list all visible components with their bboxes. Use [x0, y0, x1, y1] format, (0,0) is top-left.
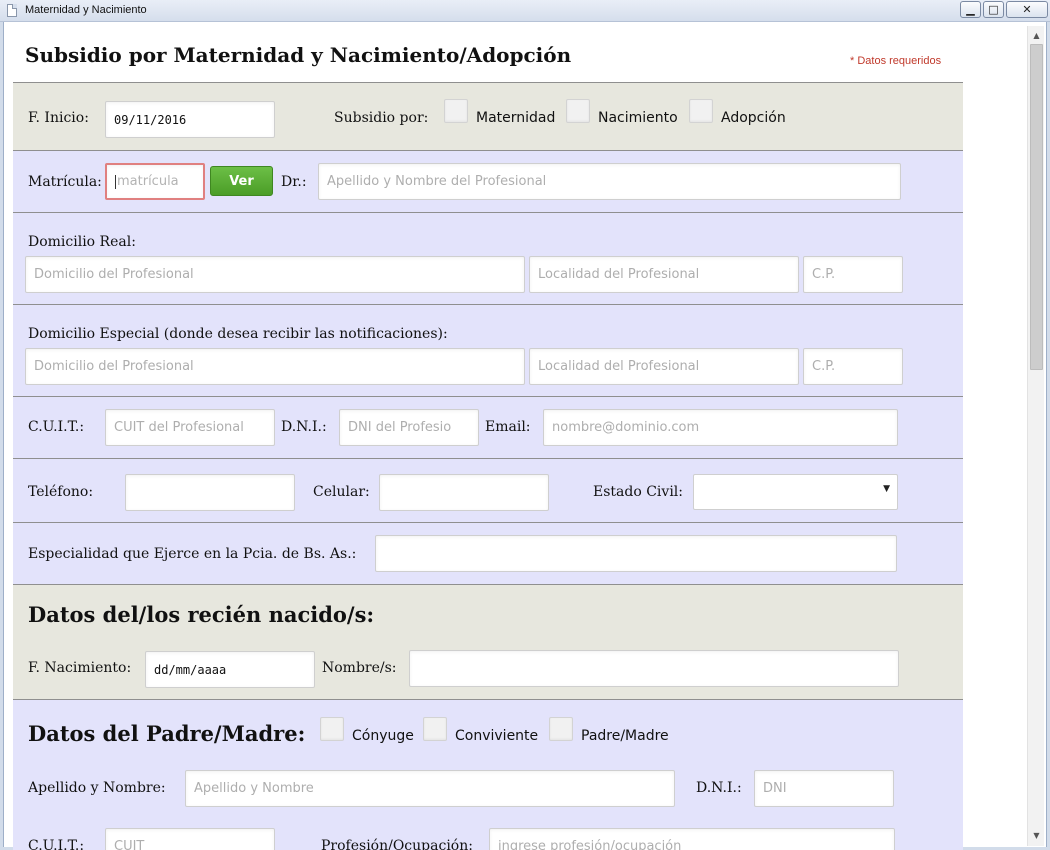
page-title: Subsidio por Maternidad y Nacimiento/Ado…: [25, 43, 572, 67]
option-conviviente-label: Conviviente: [455, 728, 539, 744]
especialidad-label: Especialidad que Ejerce en la Pcia. de B…: [28, 546, 357, 562]
dni-input[interactable]: DNI del Profesio: [339, 409, 479, 446]
cuit-input[interactable]: CUIT del Profesional: [105, 409, 275, 446]
localidad-especial-input[interactable]: Localidad del Profesional: [529, 348, 799, 385]
checkbox-maternidad[interactable]: [444, 99, 468, 123]
telefono-input[interactable]: [125, 474, 295, 511]
scroll-down-arrow-icon[interactable]: ▼: [1028, 828, 1045, 844]
cp-especial-input[interactable]: C.P.: [803, 348, 903, 385]
cp-real-input[interactable]: C.P.: [803, 256, 903, 293]
option-adopcion-label: Adopción: [721, 110, 786, 126]
telefono-label: Teléfono:: [28, 484, 94, 500]
section-telefono: Teléfono: Celular: Estado Civil: ▼: [13, 458, 963, 523]
scroll-thumb[interactable]: [1030, 44, 1043, 370]
profesion-input[interactable]: ingrese profesión/ocupación: [489, 828, 895, 850]
checkbox-nacimiento[interactable]: [566, 99, 590, 123]
section-cuit: C.U.I.T.: CUIT del Profesional D.N.I.: D…: [13, 396, 963, 459]
email-input[interactable]: nombre@dominio.com: [543, 409, 898, 446]
minimize-button[interactable]: ▁: [960, 1, 981, 18]
padre-dni-label: D.N.I.:: [696, 780, 742, 796]
nombres-label: Nombre/s:: [322, 660, 397, 676]
cuit-label: C.U.I.T.:: [28, 419, 85, 435]
document-icon: [7, 4, 17, 17]
profesion-label: Profesión/Ocupación:: [321, 838, 473, 850]
section-inicio: F. Inicio: 09/11/2016 Subsidio por: Mate…: [13, 82, 963, 151]
domicilio-real-input[interactable]: Domicilio del Profesional: [25, 256, 525, 293]
fecha-nacimiento-label: F. Nacimiento:: [28, 660, 132, 676]
fecha-inicio-input[interactable]: 09/11/2016: [105, 101, 275, 138]
especialidad-input[interactable]: [375, 535, 897, 572]
checkbox-adopcion[interactable]: [689, 99, 713, 123]
matricula-label: Matrícula:: [28, 174, 102, 190]
matricula-input[interactable]: matrícula: [105, 163, 205, 200]
localidad-real-input[interactable]: Localidad del Profesional: [529, 256, 799, 293]
domicilio-especial-input[interactable]: Domicilio del Profesional: [25, 348, 525, 385]
email-label: Email:: [485, 419, 531, 435]
dr-label: Dr.:: [281, 174, 307, 190]
window-titlebar: Maternidad y Nacimiento ▁ □ ✕: [0, 0, 1050, 22]
close-button[interactable]: ✕: [1006, 1, 1048, 18]
dni-label: D.N.I.:: [281, 419, 327, 435]
scroll-up-arrow-icon[interactable]: ▲: [1028, 28, 1045, 44]
checkbox-conyuge[interactable]: [320, 717, 344, 741]
domicilio-real-label: Domicilio Real:: [28, 234, 136, 250]
window-frame-left: [0, 22, 4, 850]
required-note: * Datos requeridos: [850, 55, 942, 67]
celular-input[interactable]: [379, 474, 549, 511]
section-recien-nacidos: Datos del/los recién nacido/s: F. Nacimi…: [13, 584, 963, 700]
estado-civil-select[interactable]: ▼: [693, 474, 898, 510]
domicilio-especial-label: Domicilio Especial (donde desea recibir …: [28, 326, 448, 342]
matricula-placeholder: matrícula: [117, 174, 179, 189]
section-matricula: Matrícula: matrícula Ver Dr.: Apellido y…: [13, 150, 963, 213]
checkbox-conviviente[interactable]: [423, 717, 447, 741]
option-nacimiento-label: Nacimiento: [598, 110, 678, 126]
padre-cuit-input[interactable]: CUIT: [105, 828, 275, 850]
recien-nacidos-heading: Datos del/los recién nacido/s:: [28, 602, 375, 627]
dr-input[interactable]: Apellido y Nombre del Profesional: [318, 163, 901, 200]
nombres-input[interactable]: [409, 650, 899, 687]
section-especialidad: Especialidad que Ejerce en la Pcia. de B…: [13, 522, 963, 585]
section-padre-madre: Datos del Padre/Madre: Cónyuge Convivien…: [13, 699, 963, 850]
window-frame-right: [1046, 22, 1050, 850]
fecha-inicio-label: F. Inicio:: [28, 110, 89, 126]
text-caret: [115, 174, 116, 189]
window-title: Maternidad y Nacimiento: [25, 4, 147, 16]
section-domicilio-especial: Domicilio Especial (donde desea recibir …: [13, 304, 963, 397]
maximize-button[interactable]: □: [983, 1, 1004, 18]
padre-madre-heading: Datos del Padre/Madre:: [28, 721, 306, 746]
section-domicilio-real: Domicilio Real: Domicilio del Profesiona…: [13, 212, 963, 304]
vertical-scrollbar[interactable]: ▲ ▼: [1027, 26, 1044, 846]
option-maternidad-label: Maternidad: [476, 110, 556, 126]
celular-label: Celular:: [313, 484, 370, 500]
estado-civil-label: Estado Civil:: [593, 484, 683, 500]
checkbox-padre-madre[interactable]: [549, 717, 573, 741]
apellido-nombre-input[interactable]: Apellido y Nombre: [185, 770, 675, 807]
ver-button[interactable]: Ver: [210, 166, 273, 196]
padre-dni-input[interactable]: DNI: [754, 770, 894, 807]
apellido-nombre-label: Apellido y Nombre:: [28, 780, 166, 796]
padre-cuit-label: C.U.I.T.:: [28, 838, 85, 850]
subsidio-label: Subsidio por:: [334, 110, 429, 126]
chevron-down-icon: ▼: [883, 484, 890, 494]
option-padre-madre-label: Padre/Madre: [581, 728, 669, 744]
option-conyuge-label: Cónyuge: [352, 728, 414, 744]
fecha-nacimiento-input[interactable]: dd/mm/aaaa: [145, 651, 315, 688]
